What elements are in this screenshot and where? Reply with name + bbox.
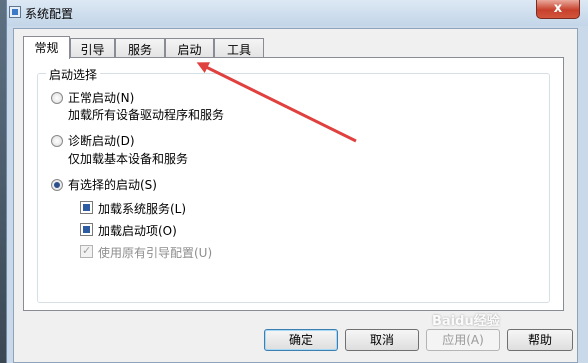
arrow-shaft: [196, 62, 357, 143]
tab-general[interactable]: 常规: [23, 36, 70, 59]
tab-general-label: 常规: [34, 41, 59, 55]
baidu-watermark: Baidu经验: [432, 314, 500, 329]
red-annotation-arrow: [196, 62, 357, 143]
